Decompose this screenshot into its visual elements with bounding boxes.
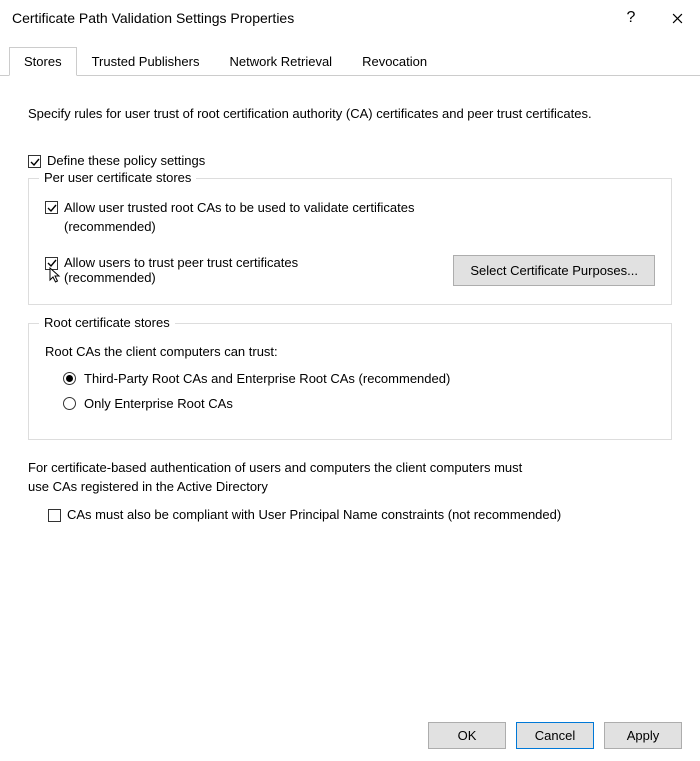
tab-stores[interactable]: Stores [9, 47, 77, 76]
close-icon [672, 13, 683, 24]
allow-user-trusted-root-checkbox[interactable] [45, 201, 58, 214]
check-icon [47, 258, 57, 268]
tab-trusted-publishers[interactable]: Trusted Publishers [77, 47, 215, 76]
allow-peer-trust-label: Allow users to trust peer trust certific… [64, 255, 364, 285]
help-button[interactable]: ? [608, 0, 654, 36]
define-policy-label: Define these policy settings [47, 153, 205, 168]
upn-compliance-row: CAs must also be compliant with User Pri… [28, 507, 672, 522]
tab-revocation[interactable]: Revocation [347, 47, 442, 76]
define-policy-checkbox[interactable] [28, 155, 41, 168]
per-user-stores-title: Per user certificate stores [39, 170, 196, 185]
define-policy-row: Define these policy settings [28, 153, 672, 168]
allow-user-trusted-root-row: Allow user trusted root CAs to be used t… [45, 199, 655, 237]
ok-button[interactable]: OK [428, 722, 506, 749]
only-enterprise-root-cas-radio[interactable] [63, 397, 76, 410]
cursor-icon [49, 267, 63, 288]
check-icon [47, 203, 57, 213]
third-party-root-cas-row: Third-Party Root CAs and Enterprise Root… [63, 371, 655, 386]
apply-button[interactable]: Apply [604, 722, 682, 749]
upn-compliance-checkbox[interactable] [48, 509, 61, 522]
root-cas-trust-label: Root CAs the client computers can trust: [45, 344, 655, 359]
third-party-root-cas-label: Third-Party Root CAs and Enterprise Root… [84, 371, 450, 386]
auth-note: For certificate-based authentication of … [28, 458, 528, 497]
only-enterprise-root-cas-label: Only Enterprise Root CAs [84, 396, 233, 411]
allow-peer-trust-row: Allow users to trust peer trust certific… [45, 255, 655, 286]
tab-strip: Stores Trusted Publishers Network Retrie… [0, 36, 700, 76]
close-button[interactable] [654, 0, 700, 36]
root-stores-group: Root certificate stores Root CAs the cli… [28, 323, 672, 440]
check-icon [30, 157, 40, 167]
cancel-button[interactable]: Cancel [516, 722, 594, 749]
allow-user-trusted-root-label: Allow user trusted root CAs to be used t… [64, 199, 464, 237]
dialog-footer: OK Cancel Apply [428, 722, 682, 749]
root-stores-title: Root certificate stores [39, 315, 175, 330]
select-certificate-purposes-button[interactable]: Select Certificate Purposes... [453, 255, 655, 286]
window-title: Certificate Path Validation Settings Pro… [12, 10, 608, 26]
third-party-root-cas-radio[interactable] [63, 372, 76, 385]
title-bar: Certificate Path Validation Settings Pro… [0, 0, 700, 36]
upn-compliance-label: CAs must also be compliant with User Pri… [67, 507, 561, 522]
tab-content: Specify rules for user trust of root cer… [0, 76, 700, 542]
tab-network-retrieval[interactable]: Network Retrieval [214, 47, 347, 76]
per-user-stores-group: Per user certificate stores Allow user t… [28, 178, 672, 305]
intro-text: Specify rules for user trust of root cer… [28, 106, 672, 121]
allow-peer-trust-checkbox[interactable] [45, 257, 58, 270]
only-enterprise-root-cas-row: Only Enterprise Root CAs [63, 396, 655, 411]
